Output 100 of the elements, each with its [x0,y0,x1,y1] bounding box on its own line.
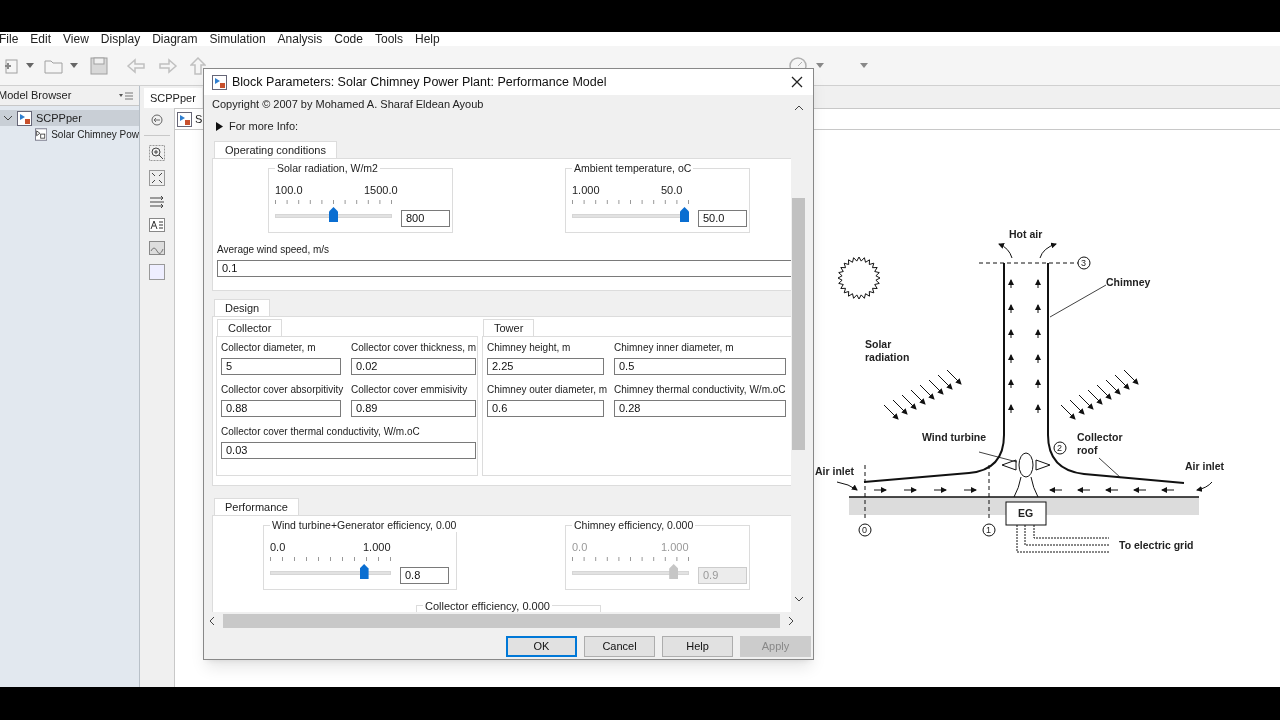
field-label: Average wind speed, m/s [217,243,330,256]
diagram-label: Chimney [1106,276,1151,289]
diagram-label: EG [1018,507,1034,520]
menu-item[interactable]: Help [414,33,440,45]
menu-item[interactable]: Analysis [277,33,323,45]
menu-item[interactable]: File [0,33,19,45]
slider[interactable] [572,207,689,222]
dialog-button[interactable]: Cancel [584,636,655,657]
group-label: Chimney efficiency, 0.000 [572,518,696,532]
scroll-left-icon[interactable] [208,615,216,626]
menu-item[interactable]: View [63,33,89,45]
up-arrow-icon[interactable] [190,56,206,75]
tree-item[interactable]: Solar Chimney Pow [0,126,139,142]
slider-thumb[interactable] [680,207,689,222]
slider-max-label: 1.000 [363,540,391,555]
menu-item[interactable]: Display [100,33,141,45]
breadcrumb-link[interactable]: S [195,110,203,128]
input-field[interactable]: 0.5 [614,358,786,375]
menu-item[interactable]: Code [334,33,363,45]
menu-item[interactable]: Tools [374,33,403,45]
model-icon [17,110,32,126]
input-field[interactable]: 0.89 [351,400,476,417]
point-number: 3 [1081,257,1086,270]
caret-icon[interactable] [70,62,78,69]
scrollbar-thumb[interactable] [223,613,780,628]
slider-min-label: 100.0 [275,183,303,198]
value-field[interactable]: 50.0 [698,210,747,227]
slider-max-label: 1500.0 [364,183,398,198]
dialog-button[interactable]: OK [506,636,577,657]
group-label: Ambient temperature, oC [572,161,694,175]
field-label: Chimney inner diameter, m [614,341,734,354]
field-label: Collector diameter, m [221,341,316,354]
caret-icon[interactable] [26,62,34,69]
caret-icon[interactable] [816,62,824,69]
point-number: 1 [986,524,991,537]
slider-min-label: 0.0 [270,540,286,555]
section-tab[interactable]: Performance [214,498,299,516]
menu-item[interactable]: Diagram [152,33,198,45]
diagram-label: To electric grid [1119,539,1194,552]
input-field[interactable]: 0.6 [487,400,604,417]
input-field[interactable]: 0.88 [221,400,341,417]
field-label: Collector cover thickness, m [351,341,477,354]
chevron-icon[interactable] [3,113,13,123]
zoom-icon[interactable] [149,145,165,161]
scrollbar-thumb[interactable] [792,198,805,450]
slider-thumb[interactable] [359,564,369,579]
section-tab[interactable]: Design [214,299,271,317]
input-field[interactable]: 5 [221,358,341,375]
dialog-button[interactable]: Help [662,636,733,657]
section-tab[interactable]: Collector [217,319,283,337]
value-field: 0.9 [698,567,747,584]
slider-thumb[interactable] [329,207,338,222]
annotation-icon[interactable] [149,218,165,232]
editor-tab[interactable]: SCPPper [144,88,202,108]
scroll-down-icon[interactable] [793,595,804,603]
caret-icon[interactable] [860,62,868,69]
copyright-text: Copyright © 2007 by Mohamed A. Sharaf Eldean Ayoub [212,97,485,110]
value-field[interactable]: 0.8 [400,567,449,584]
input-field[interactable]: 0.03 [221,442,476,459]
menu-item[interactable]: Edit [30,33,52,45]
image-icon[interactable] [149,241,165,255]
menu-item[interactable]: Simulation [209,33,266,45]
tree-item[interactable]: SCPPper [0,110,139,126]
panel-menu-icon[interactable] [119,91,133,100]
new-model-icon[interactable] [2,56,20,75]
diagram-label: Collector roof [1077,431,1124,457]
subsystem-icon [35,126,48,142]
expand-arrow-icon[interactable] [216,121,223,131]
disclosure-toggle[interactable]: For more Info: [216,119,791,133]
slider-min-label: 1.000 [572,183,600,198]
input-field[interactable]: 0.02 [351,358,476,375]
point-number: 2 [1057,442,1062,455]
slider-min-label: 0.0 [572,540,588,555]
slider[interactable] [572,564,689,579]
section-tab[interactable]: Tower [483,319,535,337]
fit-view-icon[interactable] [149,170,165,186]
diagram-label: Hot air [1009,228,1043,241]
scroll-up-icon[interactable] [793,104,804,112]
model-icon[interactable] [177,111,192,127]
back-icon[interactable] [151,114,163,126]
point-number: 0 [862,524,867,537]
diagram-label: Wind turbine [922,431,987,444]
close-icon[interactable] [791,76,803,88]
slider[interactable] [270,564,391,579]
field-label: Chimney outer diameter, m [487,383,608,396]
field-label: Collector cover absorpitivity [221,383,344,396]
input-field[interactable]: 2.25 [487,358,604,375]
window-title: Block Parameters: Solar Chimney Power Plant: Performance Model [232,73,608,91]
diagram-label: Air inlet [1185,460,1225,473]
field-label: Collector cover emmisivity [351,383,468,396]
field-label: Collector cover thermal conductivity, W/m.oC [221,425,420,438]
section-tab[interactable]: Operating conditions [214,141,337,159]
scroll-right-icon[interactable] [787,615,795,626]
field-label: Chimney thermal conductivity, W/m.oC [614,383,786,396]
input-field[interactable]: 0.1 [217,260,791,277]
group-label: Wind turbine+Generator efficiency, 0.00 [270,518,459,532]
arrows-icon[interactable] [149,195,165,209]
slider[interactable] [275,207,392,222]
value-field[interactable]: 800 [401,210,450,227]
input-field[interactable]: 0.28 [614,400,786,417]
